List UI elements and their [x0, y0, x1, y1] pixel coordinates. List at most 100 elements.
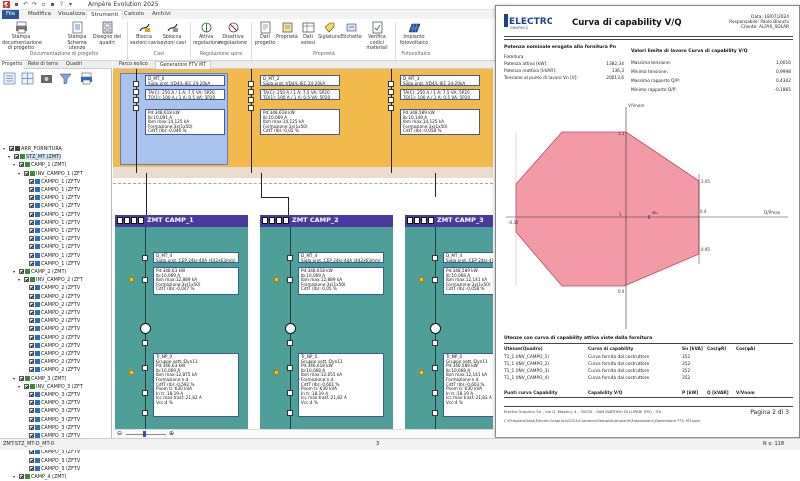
tab-progetto[interactable]: Progetto [0, 61, 25, 69]
cabin-toolbar-icon[interactable] [276, 217, 282, 224]
zoom-out-icon[interactable]: ⊖ [117, 430, 122, 438]
tree-node[interactable]: CAMPO_1 (ZFTV [23, 227, 80, 235]
schema-canvas[interactable]: D_MT_0 Sigla prot.:VD4/L-IEC 24-20kA TA(C)… [113, 69, 493, 429]
expand-icon[interactable] [23, 212, 28, 217]
feeder-ct-box[interactable]: TA(C): 250 A / 1 A; 7,5 VA; 5P20 TO(1): 1… [260, 89, 340, 100]
pv-plant-button[interactable]: Impianto fotovoltaico [398, 21, 430, 46]
switch-symbol[interactable] [388, 105, 394, 111]
tree-node[interactable]: CAMPO_2 (ZFTV [23, 342, 80, 350]
activate-regulation-button[interactable]: Attiva regolazione [193, 21, 221, 46]
expand-icon[interactable] [23, 294, 28, 299]
tree-node[interactable]: CAMPO_1 (ZFTV [23, 211, 80, 219]
cabin-toolbar-icon[interactable] [283, 217, 289, 224]
zoom-slider-thumb[interactable] [143, 431, 146, 437]
tree-checkbox[interactable] [29, 342, 34, 348]
tree-checkbox[interactable] [19, 162, 24, 168]
tree-checkbox[interactable] [29, 449, 34, 455]
expand-icon[interactable]: ▾ [13, 474, 18, 479]
camera-icon[interactable] [40, 72, 53, 85]
switch-symbol[interactable] [432, 277, 438, 283]
expand-icon[interactable] [23, 392, 28, 397]
unlock-cables-button[interactable]: Sblocca sezioni cavi [158, 21, 186, 46]
expand-icon[interactable] [23, 220, 28, 225]
switch-symbol[interactable] [133, 97, 139, 103]
switch-symbol[interactable] [432, 410, 438, 416]
switch-symbol[interactable] [133, 81, 139, 87]
tab-generatore-ftv-mt[interactable]: Generatore FTV MT [155, 61, 212, 69]
tree-node[interactable]: CAMPO_2 (ZFTV [23, 317, 80, 325]
switch-symbol[interactable] [287, 410, 293, 416]
switch-symbol[interactable] [142, 340, 148, 346]
expand-icon[interactable]: ▾ [3, 146, 8, 151]
tree-checkbox[interactable] [29, 351, 34, 356]
expand-icon[interactable] [23, 367, 28, 372]
tree-checkbox[interactable] [29, 211, 34, 217]
tree-checkbox[interactable] [29, 236, 34, 242]
cabin-header[interactable]: ZMT CAMP_3 [405, 215, 493, 227]
switch-symbol[interactable] [142, 277, 148, 283]
switch-symbol[interactable] [287, 365, 293, 371]
tree-checkbox[interactable] [29, 318, 34, 324]
tree-node[interactable]: ▾ STZ_MT (ZMT) [8, 153, 62, 161]
tree-node[interactable]: ▾ CAMP_3 (ZMT) [13, 375, 66, 383]
tab-rete-di-terra[interactable]: Rete di terra [26, 61, 60, 69]
tree-node[interactable]: CAMPO_1 (ZFTV [23, 219, 80, 227]
cabin-toolbar-icon[interactable] [138, 217, 144, 224]
transformer-data-box[interactable]: Tr_NP_0 Gruppo vett.:Dyn11 Pd:346,63 kW Ib:… [153, 353, 239, 417]
tree-node[interactable]: CAMPO_3 (ZFTV [23, 465, 80, 473]
measurement-symbol[interactable] [419, 277, 424, 282]
tree-checkbox[interactable] [19, 269, 24, 274]
tree-checkbox[interactable] [29, 310, 34, 315]
measurement-symbol[interactable] [129, 277, 134, 282]
feeder-data-box[interactable]: Pd:348,589 kW Ib:10,149 A Ibm max:14,125 k… [400, 109, 480, 135]
expand-icon[interactable]: ▾ [13, 162, 18, 167]
expand-icon[interactable] [23, 253, 28, 258]
transformer-symbol[interactable] [140, 323, 151, 334]
tree-node[interactable]: CAMPO_2 (ZFTV [23, 293, 80, 301]
cabin-toolbar-icon[interactable] [407, 217, 413, 224]
tree-node[interactable]: CAMPO_3 (ZFTV [23, 399, 80, 407]
tree-checkbox[interactable] [29, 457, 34, 463]
print-documentation-button[interactable]: Stampa documentazione di progetto [2, 21, 42, 52]
tree-checkbox[interactable] [29, 416, 34, 422]
measurement-symbol[interactable] [419, 370, 424, 375]
expand-icon[interactable] [23, 244, 28, 249]
tree-checkbox[interactable] [9, 146, 14, 151]
expand-icon[interactable]: ▾ [18, 384, 23, 389]
cabin-header[interactable]: ZMT CAMP_1 [115, 215, 248, 227]
cabin-header[interactable]: ZMT CAMP_2 [260, 215, 393, 227]
tab-modifica[interactable]: Modifica [24, 10, 55, 19]
expand-icon[interactable] [23, 335, 28, 340]
expand-icon[interactable] [23, 359, 28, 364]
tree-node[interactable]: CAMPO_1 (ZFTV [23, 202, 80, 210]
tree-node[interactable]: CAMPO_2 (ZFTV [23, 284, 80, 292]
tree-checkbox[interactable] [24, 277, 29, 283]
print-schema-button[interactable]: Stampa Schema utenze [62, 21, 92, 52]
switch-symbol[interactable] [142, 410, 148, 416]
tree-checkbox[interactable] [29, 219, 34, 225]
tree-checkbox[interactable] [29, 367, 34, 373]
switch-symbol[interactable] [388, 97, 394, 103]
expand-icon[interactable] [23, 195, 28, 200]
transformer-symbol[interactable] [430, 323, 441, 334]
feeder-ct-box[interactable]: TA(C): 250 A / 1 A; 7,5 VA; 5P20 TO(1): 1… [400, 89, 480, 100]
switch-symbol[interactable] [248, 105, 254, 111]
tab-strumenti[interactable]: Strumenti [86, 10, 124, 19]
tree-checkbox[interactable] [29, 359, 34, 365]
switch-symbol[interactable] [287, 277, 293, 283]
switch-symbol[interactable] [432, 390, 438, 396]
tree-node[interactable]: CAMPO_2 (ZFTV [23, 334, 80, 342]
tab-file[interactable]: File [2, 10, 20, 19]
app-icon[interactable] [3, 1, 10, 8]
switch-symbol[interactable] [248, 81, 254, 87]
cabin-protection-box[interactable]: D_MT_4Sigla prot.:CEP 24kr-40A (442x63mm… [153, 252, 239, 263]
tab-quadri[interactable]: Quadri [64, 61, 84, 69]
switch-symbol[interactable] [142, 365, 148, 371]
cabin-feeder-data-box[interactable]: Pd:348,618 kW Ib:10,069 A Ibm max:12,889 k… [298, 267, 384, 295]
switch-symbol[interactable] [248, 89, 254, 95]
print-icon[interactable]: ▪ [49, 1, 56, 8]
tree-node[interactable]: CAMPO_2 (ZFTV [23, 358, 80, 366]
expand-icon[interactable]: ▾ [8, 154, 13, 159]
switch-symbol[interactable] [142, 255, 148, 261]
feeder-ct-box[interactable]: TA(C): 250 A / 1 A; 7,5 VA; 5P20 TO(1): 1… [145, 89, 225, 100]
